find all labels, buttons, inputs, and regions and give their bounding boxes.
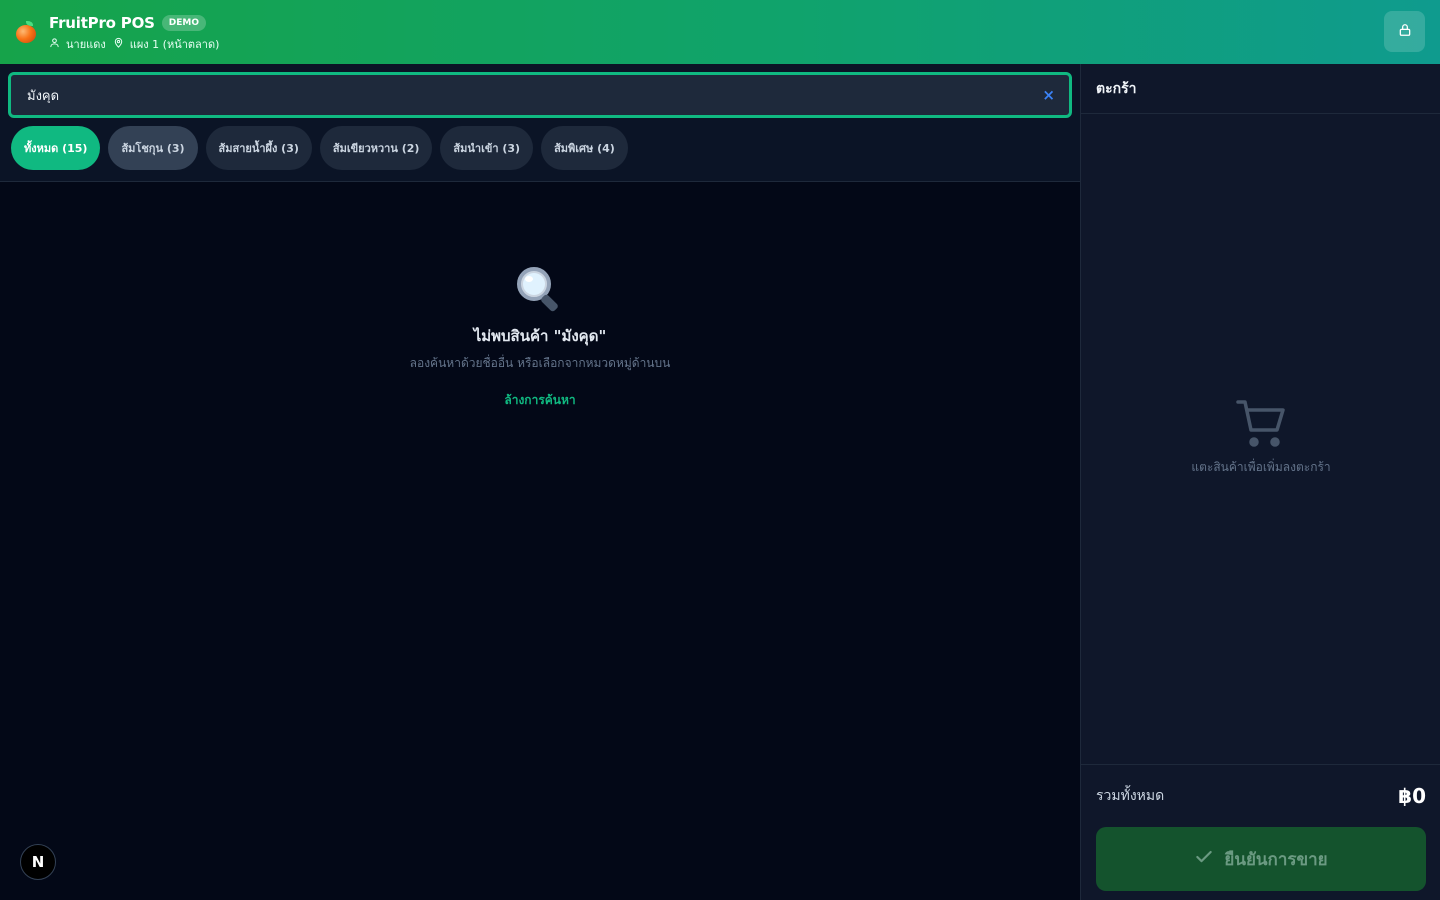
location-pin-icon — [113, 37, 130, 51]
lock-button[interactable] — [1384, 11, 1425, 52]
no-results-subtitle: ลองค้นหาด้วยชื่ออื่น หรือเลือกจากหมวดหมู… — [409, 356, 671, 370]
cart-title: ตะกร้า — [1081, 64, 1440, 114]
demo-badge: DEMO — [161, 15, 206, 31]
app-header: FruitPro POS DEMO นายแดง แผง 1 (หน้าตลาด… — [0, 0, 1440, 64]
stall-name: แผง 1 (หน้าตลาด) — [129, 38, 220, 51]
category-chip-sai-nam-phueng[interactable]: ส้มสายน้ำผึ้ง (3) — [205, 126, 312, 170]
user-name: นายแดง — [66, 38, 106, 51]
search-box: × — [8, 72, 1072, 118]
check-icon — [1194, 847, 1224, 872]
category-chip-imported[interactable]: ส้มนำเข้า (3) — [440, 126, 534, 170]
cart-empty-text: แตะสินค้าเพื่อเพิ่มลงตะกร้า — [1191, 460, 1331, 474]
brand-block: FruitPro POS DEMO นายแดง แผง 1 (หน้าตลาด… — [49, 12, 219, 52]
no-results-title: ไม่พบสินค้า "มังคุด" — [473, 327, 607, 345]
user-icon — [49, 37, 66, 51]
confirm-sale-button[interactable]: ยืนยันการขาย — [1096, 827, 1426, 891]
magnifier-icon — [514, 264, 566, 318]
shopping-cart-icon — [1235, 398, 1287, 452]
category-chip-shogun[interactable]: ส้มโชกุน (3) — [108, 126, 198, 170]
no-results-state: ไม่พบสินค้า "มังคุด" ลองค้นหาด้วยชื่ออื่… — [0, 264, 1080, 410]
category-chip-special[interactable]: ส้มพิเศษ (4) — [541, 126, 628, 170]
orange-logo-icon — [14, 20, 38, 44]
clear-search-link[interactable]: ล้างการค้นหา — [504, 391, 575, 410]
total-row: รวมทั้งหมด ฿0 — [1096, 765, 1426, 827]
cart-empty-state: แตะสินค้าเพื่อเพิ่มลงตะกร้า — [1081, 398, 1440, 477]
dev-tools-badge[interactable]: N — [20, 844, 56, 880]
clear-search-icon[interactable]: × — [1042, 87, 1055, 103]
product-area: × ทั้งหมด (15) ส้มโชกุน (3) ส้มสายน้ำผึ้… — [0, 64, 1080, 900]
category-chip-khiao-wan[interactable]: ส้มเขียวหวาน (2) — [319, 126, 433, 170]
search-input[interactable] — [27, 87, 1043, 103]
category-tabs: ทั้งหมด (15) ส้มโชกุน (3) ส้มสายน้ำผึ้ง … — [8, 126, 1072, 170]
pos-app: FruitPro POS DEMO นายแดง แผง 1 (หน้าตลาด… — [0, 0, 1440, 900]
app-title: FruitPro POS — [49, 14, 155, 32]
total-label: รวมทั้งหมด — [1096, 788, 1165, 804]
cart-panel: ตะกร้า แตะสินค้าเพื่อเพิ่มลงตะกร้า รวมทั… — [1080, 64, 1440, 900]
total-value: ฿0 — [1398, 784, 1426, 808]
lock-icon — [1398, 22, 1412, 41]
confirm-sale-label: ยืนยันการขาย — [1224, 849, 1328, 870]
search-filter-bar: × ทั้งหมด (15) ส้มโชกุน (3) ส้มสายน้ำผึ้… — [0, 64, 1080, 182]
cart-footer: รวมทั้งหมด ฿0 ยืนยันการขาย — [1081, 764, 1440, 900]
category-chip-all[interactable]: ทั้งหมด (15) — [11, 126, 101, 170]
